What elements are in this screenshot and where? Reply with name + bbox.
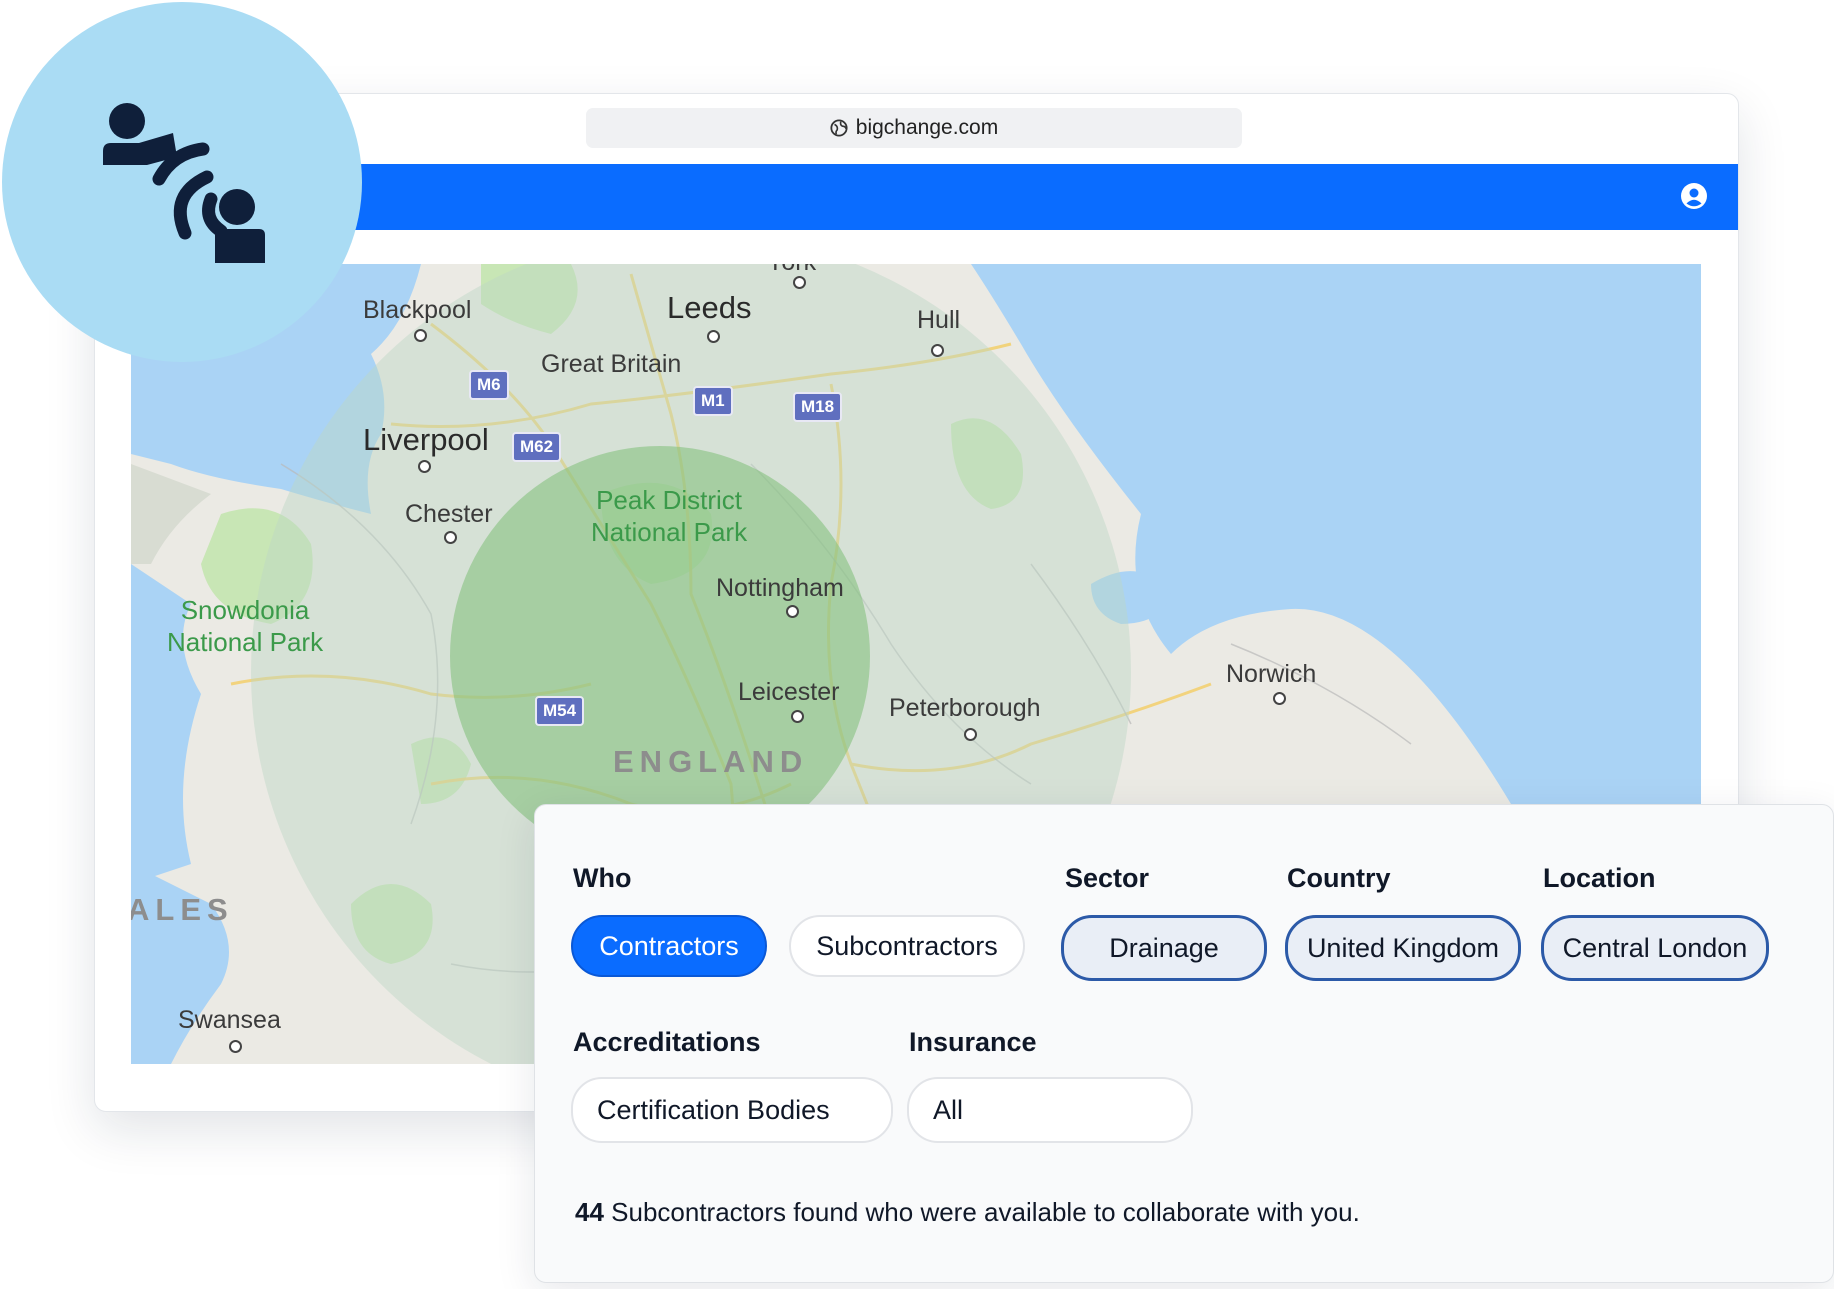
city-marker bbox=[931, 344, 944, 357]
insurance-select[interactable]: All bbox=[907, 1077, 1193, 1143]
map-label-city: Swansea bbox=[178, 1006, 281, 1034]
city-marker bbox=[229, 1040, 242, 1053]
insurance-label: Insurance bbox=[909, 1027, 1037, 1057]
city-marker bbox=[1273, 692, 1286, 705]
url-bar[interactable]: bigchange.com bbox=[586, 108, 1242, 148]
map-label-region: ALES bbox=[131, 892, 234, 927]
road-shield: M62 bbox=[512, 432, 562, 462]
map-label-city: Norwich bbox=[1226, 660, 1317, 688]
accreditations-select[interactable]: Certification Bodies bbox=[571, 1077, 893, 1143]
map-label-city: Leeds bbox=[667, 290, 752, 325]
city-marker bbox=[786, 605, 799, 618]
results-count: 44 bbox=[575, 1197, 604, 1227]
user-account-icon[interactable] bbox=[1680, 182, 1708, 210]
country-select[interactable]: United Kingdom bbox=[1285, 915, 1521, 981]
collaboration-badge bbox=[2, 2, 362, 362]
road-shield: M6 bbox=[469, 370, 509, 400]
map-label-park: Snowdonia National Park bbox=[167, 595, 324, 657]
map-label-city: Peterborough bbox=[889, 694, 1041, 722]
map-label-park: Peak District National Park bbox=[591, 485, 748, 547]
accreditations-label: Accreditations bbox=[573, 1027, 761, 1057]
map-label-region: ENGLAND bbox=[613, 744, 809, 779]
map-label-city: Chester bbox=[405, 500, 493, 528]
map-label-city: Liverpool bbox=[363, 422, 489, 457]
location-label: Location bbox=[1543, 863, 1656, 893]
city-marker bbox=[418, 460, 431, 473]
who-label: Who bbox=[573, 863, 632, 893]
map-label-city: Nottingham bbox=[716, 574, 844, 602]
filter-panel: Who Contractors Subcontractors Sector Dr… bbox=[534, 804, 1834, 1283]
map-label-city: Leicester bbox=[738, 678, 840, 706]
contractors-chip[interactable]: Contractors bbox=[571, 915, 767, 977]
map-label-city: Blackpool bbox=[363, 296, 472, 324]
results-summary: 44 Subcontractors found who were availab… bbox=[575, 1197, 1360, 1228]
road-shield: M54 bbox=[535, 696, 585, 726]
city-marker bbox=[707, 330, 720, 343]
city-marker bbox=[444, 531, 457, 544]
sector-select[interactable]: Drainage bbox=[1061, 915, 1267, 981]
city-marker bbox=[964, 728, 977, 741]
road-shield: M1 bbox=[693, 386, 733, 416]
map-label-city: Great Britain bbox=[541, 350, 682, 378]
road-shield: M18 bbox=[793, 392, 843, 422]
collaboration-network-icon bbox=[103, 103, 265, 263]
sector-label: Sector bbox=[1065, 863, 1150, 893]
map-label-city: Hull bbox=[917, 306, 961, 334]
country-label: Country bbox=[1287, 863, 1391, 893]
city-marker bbox=[791, 710, 804, 723]
subcontractors-chip[interactable]: Subcontractors bbox=[789, 915, 1025, 977]
city-marker bbox=[414, 329, 427, 342]
globe-icon bbox=[830, 119, 848, 137]
url-text: bigchange.com bbox=[855, 116, 999, 139]
results-text: Subcontractors found who were available … bbox=[603, 1197, 1360, 1227]
location-select[interactable]: Central London bbox=[1541, 915, 1769, 981]
map-label-city: York bbox=[767, 264, 816, 277]
city-marker bbox=[793, 276, 806, 289]
